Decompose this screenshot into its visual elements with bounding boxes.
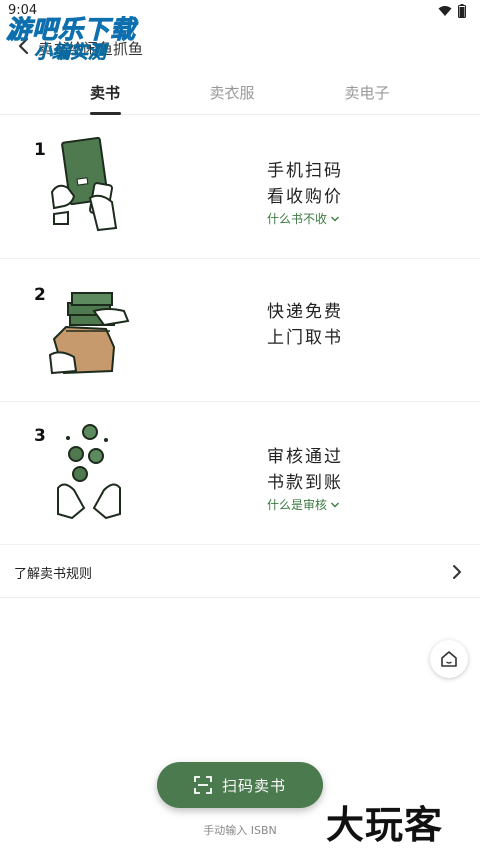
home-button[interactable] [430, 640, 468, 678]
watermark-top: 游吧乐下载 小编实测 [5, 10, 154, 66]
scan-icon [194, 776, 212, 794]
tab-indicator [90, 112, 121, 115]
chevron-down-icon [331, 502, 340, 507]
step-title-line1: 审核通过 [267, 447, 343, 467]
step-card-3: 3 审核通过 书款到账 什么是审核 [0, 402, 480, 545]
tab-sell-clothes[interactable]: 卖衣服 [187, 82, 277, 103]
info-link-label: 什么书不收 [267, 212, 328, 226]
info-link-label: 什么是审核 [267, 498, 328, 512]
parcel-pickup-illustration [48, 292, 130, 375]
info-link-unaccepted-books[interactable]: 什么书不收 [267, 210, 340, 227]
tab-sell-books[interactable]: 卖书 [60, 82, 150, 103]
info-link-review[interactable]: 什么是审核 [267, 496, 340, 513]
step-title-line2: 书款到账 [267, 473, 343, 493]
watermark-bottom: 大玩客 [326, 803, 444, 847]
step-title-line2: 看收购价 [267, 187, 343, 207]
status-icons [438, 4, 466, 18]
step-title-line2: 上门取书 [267, 328, 343, 348]
step-title-line1: 手机扫码 [267, 161, 343, 181]
sell-rules-row[interactable]: 了解卖书规则 [0, 546, 480, 598]
watermark-top-line2: 小编实测 [34, 42, 107, 64]
scan-sell-button[interactable]: 扫码卖书 [157, 762, 323, 808]
book-scan-illustration [50, 136, 118, 232]
tab-bar: 卖书 卖衣服 卖电子 [0, 70, 480, 115]
wifi-icon [438, 6, 452, 16]
battery-icon [458, 4, 466, 18]
sell-rules-label: 了解卖书规则 [14, 567, 93, 582]
scan-sell-label: 扫码卖书 [221, 776, 286, 795]
home-icon [441, 651, 457, 667]
step-card-2: 2 快递免费 上门取书 [0, 259, 480, 402]
chevron-down-icon [331, 216, 340, 221]
step-card-1: 1 手机扫码 看收购价 什么书不收 [0, 116, 480, 259]
coins-payout-illustration [57, 424, 121, 520]
tab-sell-electronics[interactable]: 卖电子 [322, 82, 412, 103]
chevron-right-icon [453, 565, 461, 579]
step-title-line1: 快递免费 [267, 302, 343, 322]
